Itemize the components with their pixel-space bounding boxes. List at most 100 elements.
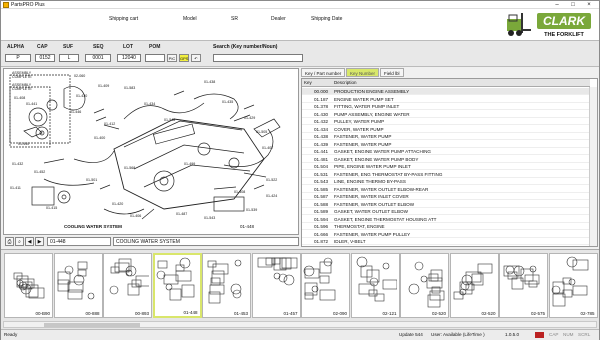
shipping-cart-label: Shipping cart [109, 16, 139, 22]
svg-text:COMPLETE: COMPLETE [12, 87, 32, 91]
maximize-icon[interactable]: □ [565, 1, 581, 9]
table-row[interactable]: 01.594 GASKET, ENGINE THERMOSTAT HOUSING … [302, 216, 590, 223]
thumbnail-drawing [551, 256, 588, 307]
lifetime-text: User: Available (LifeTime ) [431, 332, 485, 337]
pom-field[interactable] [145, 54, 165, 62]
prev-page-icon[interactable]: ◀ [25, 237, 34, 246]
gps-button[interactable]: GPS [179, 54, 189, 62]
table-row[interactable]: 01.588 FASTENER, WATER OUTLET ELBOW [302, 201, 590, 208]
part-description: PUMP ASSEMBLY, ENGINE WATER [334, 111, 410, 117]
thumbnail-drawing [207, 259, 242, 304]
svg-text:01-420: 01-420 [112, 202, 123, 206]
table-row[interactable]: 01.587 FASTENER, WATER INLET COVER [302, 193, 590, 201]
svg-text:01-400: 01-400 [94, 136, 105, 140]
pom-label: POM [149, 44, 161, 50]
svg-text:01-522: 01-522 [266, 178, 277, 182]
header-panel: Shipping cart Model SR Dealer Shipping D… [1, 9, 599, 41]
part-description: COVER, WATER PUMP [334, 126, 384, 132]
diagram-thumbnail[interactable]: 00-893 [103, 253, 152, 318]
logo-text: CLARK [543, 14, 586, 28]
tab-key-number[interactable]: Key Number [346, 68, 380, 77]
diagram-thumbnail[interactable]: 01-457 [251, 253, 301, 318]
caps-indicator: CAP [549, 332, 559, 337]
table-row[interactable]: 01.481 GASKET, ENGINE WATER PUMP BODY [302, 156, 590, 163]
sr-label: SR [231, 16, 238, 22]
svg-text:01-435: 01-435 [222, 100, 233, 104]
tab-key-part-number[interactable]: Key / Part number [301, 68, 346, 77]
seq-label: SEQ [93, 44, 104, 50]
diagram-thumbnail[interactable]: 02-575 [499, 253, 548, 318]
parts-tabs: Key / Part number Key Number Field lbl [301, 68, 599, 77]
column-header-description[interactable]: Description [332, 79, 590, 87]
suf-label: SUF [63, 44, 73, 50]
parts-list-scrollbar[interactable] [589, 87, 597, 246]
forklift-icon [507, 13, 531, 36]
part-description: ENGINE WATER PUMP SET [334, 96, 394, 102]
svg-text:01-568: 01-568 [124, 166, 135, 170]
table-row[interactable]: 01.504 PIPE, ENGINE WATER PUMP INLET [302, 163, 590, 171]
diagram-thumbnail[interactable]: 00-B90 [4, 253, 53, 318]
table-row[interactable]: 01.187 ENGINE WATER PUMP SET [302, 96, 590, 103]
thumbnail-drawing [109, 258, 152, 296]
part-description: IDLER, V-BELT [334, 239, 366, 244]
close-icon[interactable]: × [581, 1, 597, 9]
diagram-thumbnail[interactable]: 02-090 [301, 253, 350, 318]
table-row[interactable]: 01.434 COVER, WATER PUMP [302, 126, 590, 133]
diagram-thumbnail[interactable]: 01-448 [152, 253, 202, 318]
lot-field[interactable]: 12040 [117, 54, 141, 62]
minimize-icon[interactable]: – [549, 1, 565, 9]
table-row[interactable]: 00.000 PRODUCTION ENGINE ASSEMBLY [302, 88, 590, 96]
table-row[interactable]: 01.439 FASTENER, WATER PUMP [302, 141, 590, 148]
print-icon[interactable]: ⎙ [5, 237, 14, 246]
parts-diagram[interactable]: ASSEMBLY COMPLETE ASSEMBLY COMPLETE 02-0… [3, 68, 299, 235]
diagram-thumbnail[interactable]: 02-785 [548, 253, 598, 318]
part-key: 00.000 [314, 89, 329, 94]
part-key: 01.596 [314, 224, 329, 229]
flag-icon [535, 332, 544, 338]
diagram-thumbnail[interactable]: 00-888 [53, 253, 103, 318]
table-row[interactable]: 01.430 PUMP ASSEMBLY, ENGINE WATER [302, 111, 590, 118]
thumbnail-scrollbar[interactable] [3, 321, 597, 328]
diagram-thumbnail[interactable]: 01-453 [202, 253, 251, 318]
table-row[interactable]: 01.585 FASTENER, WATER OUTLET ELBOW-REAR [302, 186, 590, 193]
diagram-thumbnail[interactable]: 02-121 [350, 253, 400, 318]
table-row[interactable]: 01.589 GASKET, WATER OUTLET ELBOW [302, 208, 590, 216]
page-code-field[interactable]: 01-448 [47, 237, 111, 246]
thumbnail-label: 02-520 [481, 311, 496, 316]
table-row[interactable]: 01.531 FASTENER, ENG THERMOSTAT BY-PASS F… [302, 171, 590, 178]
seq-field[interactable]: 0001 [85, 54, 111, 62]
table-row[interactable]: 01.438 FASTENER, WATER PUMP [302, 133, 590, 141]
cap-field[interactable]: 0152 [35, 54, 55, 62]
part-key: 01.872 [314, 239, 329, 244]
cap-label: CAP [37, 44, 48, 50]
svg-text:01-440: 01-440 [18, 142, 29, 146]
pic-button[interactable]: PIC [167, 54, 177, 62]
table-row[interactable]: 01.432 PULLEY, WATER PUMP [302, 118, 590, 126]
app-window: PartsPRO Plus – □ × Shipping cart Model … [0, 0, 600, 340]
svg-text:01-429: 01-429 [244, 116, 255, 120]
search-input[interactable] [213, 54, 303, 62]
table-row[interactable]: 01.543 LINE, ENGINE THERMO BY-PASS [302, 178, 590, 186]
column-header-key[interactable]: Key [302, 79, 332, 87]
part-description: GASKET, ENGINE WATER PUMP BODY [334, 156, 419, 162]
num-indicator: NUM [563, 332, 574, 337]
diagram-thumbnail[interactable]: 02-520 [400, 253, 449, 318]
alpha-field[interactable]: P [5, 54, 31, 62]
thumbnail-drawing [156, 257, 194, 301]
zoom-icon[interactable]: ⌕ [15, 237, 24, 246]
table-row[interactable]: 01.596 THERMOSTAT, ENGINE [302, 223, 590, 231]
part-description: PRODUCTION ENGINE ASSEMBLY [334, 89, 410, 94]
clark-logo: CLARK THE FORKLIFT [507, 13, 591, 38]
diagram-thumbnail[interactable]: 02-520 [449, 253, 499, 318]
table-row[interactable]: 01.666 FASTENER, WATER PUMP PULLEY [302, 231, 590, 238]
undo-icon[interactable]: ↶ [191, 54, 201, 62]
filter-bar: ALPHA P CAP 0152 SUF L SEQ 0001 LOT 1204… [1, 41, 599, 67]
next-page-icon[interactable]: ▶ [35, 237, 44, 246]
tab-field-lbl[interactable]: Field lbl [380, 68, 404, 77]
scrollbar-thumb[interactable] [44, 323, 140, 327]
thumbnail-label: 01-448 [183, 310, 198, 315]
table-row[interactable]: 01.378 FITTING, WATER PUMP INLET [302, 103, 590, 111]
table-row[interactable]: 01.441 GASKET, ENGINE WATER PUMP ATTACHIN… [302, 148, 590, 156]
suf-field[interactable]: L [59, 54, 79, 62]
table-row[interactable]: 01.872 IDLER, V-BELT [302, 238, 590, 246]
